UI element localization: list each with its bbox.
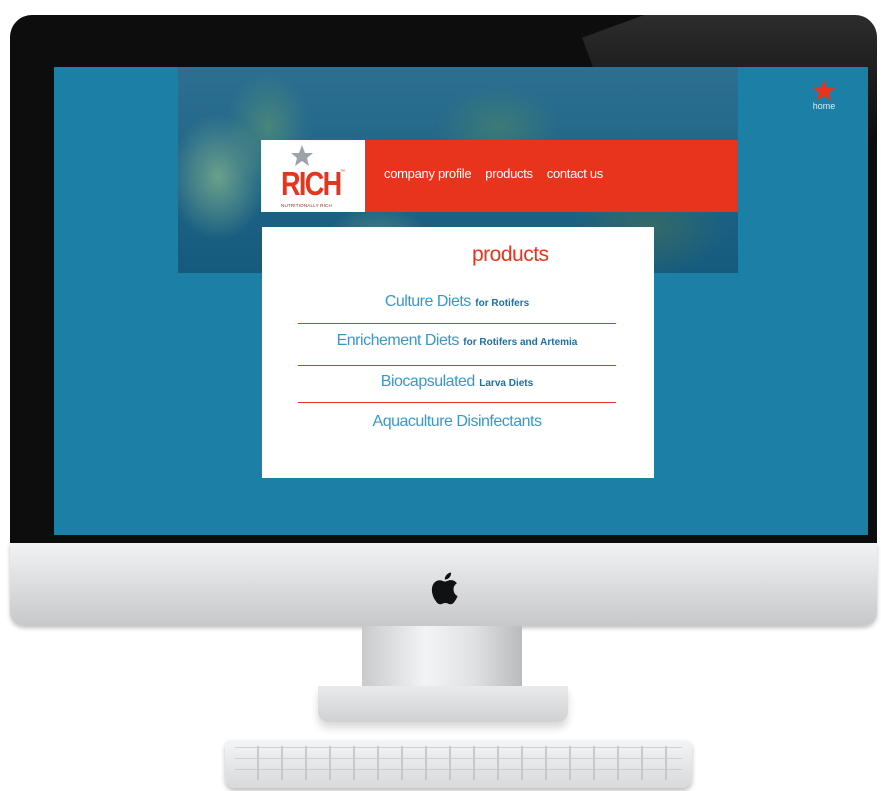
keyboard xyxy=(225,740,692,788)
divider xyxy=(298,365,616,366)
nav-products[interactable]: products xyxy=(485,166,533,181)
home-link[interactable]: home xyxy=(804,79,844,111)
star-icon xyxy=(813,80,835,101)
nav-contact-us[interactable]: contact us xyxy=(547,166,604,181)
product-main-label: Biocapsulated xyxy=(380,373,476,390)
nav-company-profile[interactable]: company profile xyxy=(384,166,472,181)
logo-trademark: ™ xyxy=(340,169,345,175)
logo-tagline: NUTRITIONALLY RICH xyxy=(281,203,332,208)
divider xyxy=(298,402,616,403)
imac-bezel: home RICH ™ NUTRITIONALLY RICH company p… xyxy=(10,15,877,543)
logo-wordmark: RICH xyxy=(281,165,342,202)
product-culture-diets[interactable]: Culture Diets for Rotifers xyxy=(298,293,616,311)
divider xyxy=(298,323,616,324)
rich-logo[interactable]: RICH ™ NUTRITIONALLY RICH xyxy=(261,140,365,212)
product-sub-label: for Rotifers and Artemia xyxy=(463,337,578,348)
keyboard-keys xyxy=(235,746,682,780)
panel-title: products xyxy=(472,243,549,266)
product-biocapsulated[interactable]: Biocapsulated Larva Diets xyxy=(298,373,616,391)
product-main-label: Aquaculture Disinfectants xyxy=(372,413,542,430)
product-enrichement-diets[interactable]: Enrichement Diets for Rotifers and Artem… xyxy=(298,332,616,350)
nav-links: company profile products contact us xyxy=(384,166,603,181)
imac-stand-neck xyxy=(362,626,522,688)
product-main-label: Enrichement Diets xyxy=(336,332,460,349)
home-label: home xyxy=(812,101,836,111)
imac-stand-foot xyxy=(318,686,568,722)
product-sub-label: for Rotifers xyxy=(475,298,530,309)
product-sub-label: Larva Diets xyxy=(479,378,534,389)
website-screen: home RICH ™ NUTRITIONALLY RICH company p… xyxy=(54,67,868,535)
products-panel: products Culture Diets for Rotifers Enri… xyxy=(262,227,654,478)
product-aquaculture-disinfectants[interactable]: Aquaculture Disinfectants xyxy=(298,413,616,431)
apple-logo-icon xyxy=(431,572,458,605)
product-main-label: Culture Diets xyxy=(384,293,471,310)
